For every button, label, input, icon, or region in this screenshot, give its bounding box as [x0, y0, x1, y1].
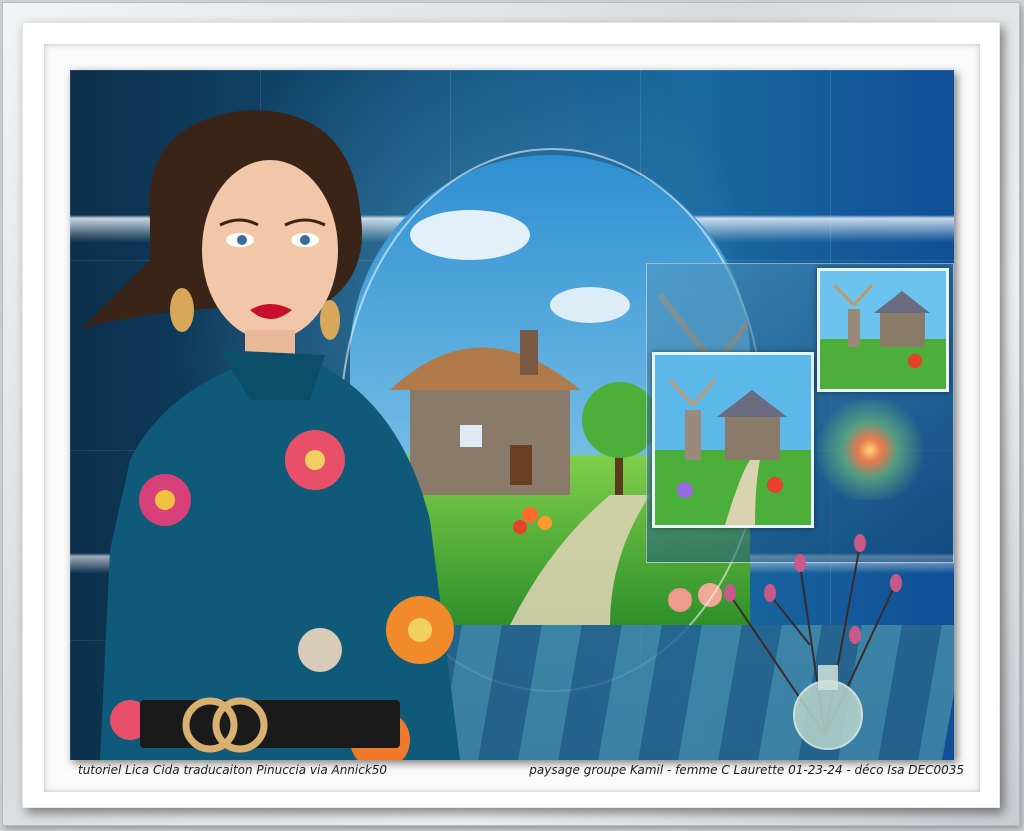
landscape-thumbnail-small: [817, 268, 949, 392]
caption-left: tutoriel Lica Cida traducaiton Pinuccia …: [78, 763, 388, 777]
thumbnail-large-drawing: [655, 355, 811, 525]
landscape-thumbnail-large: [652, 352, 814, 528]
thumbnail-small-drawing: [820, 271, 946, 389]
caption-right: paysage groupe Kamil - femme C Laurette …: [529, 763, 964, 777]
vase-icon: [724, 534, 902, 750]
light-burst: [810, 400, 930, 500]
artwork: [70, 70, 954, 760]
woman-figure: [80, 110, 460, 760]
